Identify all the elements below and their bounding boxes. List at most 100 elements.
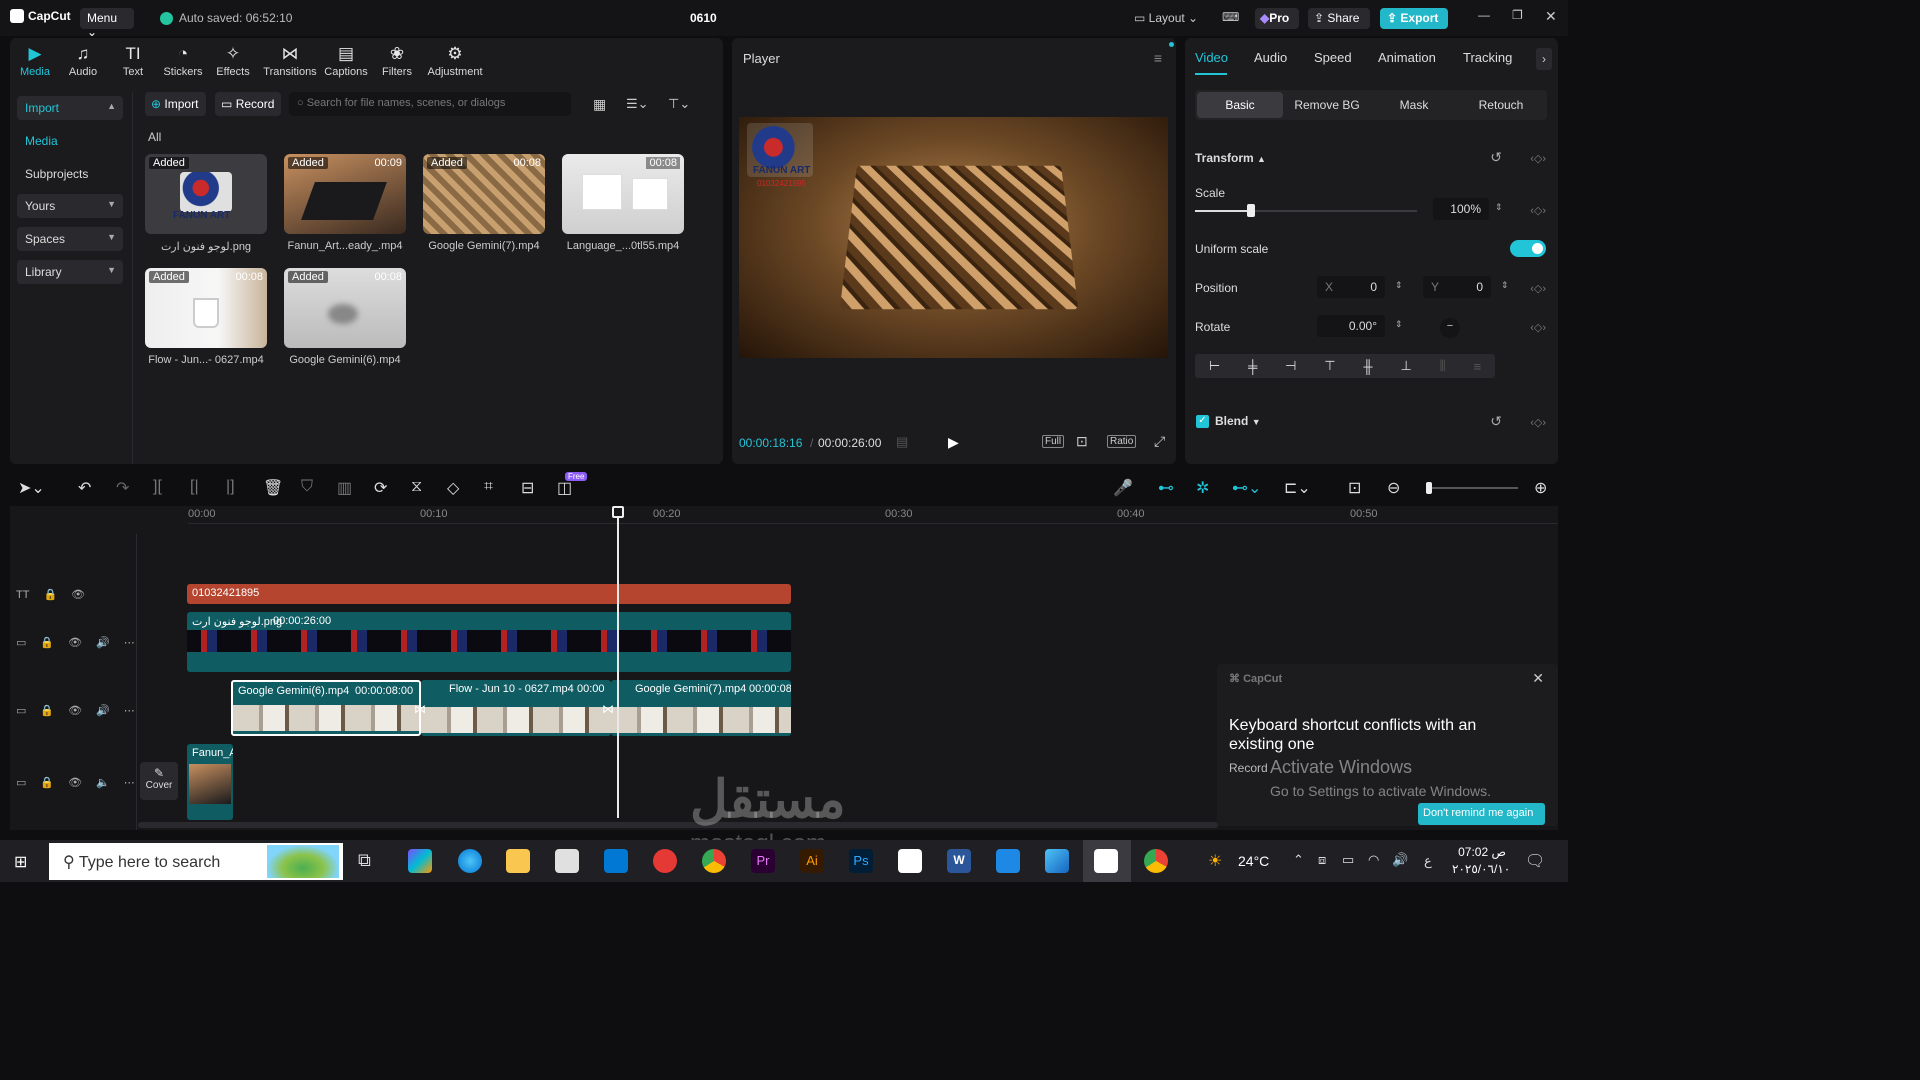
reset-icon[interactable]: ↺ — [1490, 413, 1502, 430]
chevron-right-icon[interactable]: › — [1536, 48, 1552, 70]
reset-icon[interactable]: ↺ — [1490, 149, 1502, 166]
subtab-mask[interactable]: Mask — [1371, 92, 1457, 118]
tool-filters[interactable]: ❀ Filters — [372, 44, 422, 78]
tray-device-icon[interactable]: ⧈ — [1318, 852, 1326, 868]
stepper-icon[interactable]: ⇕ — [1395, 319, 1403, 330]
media-thumbnail[interactable]: FANUN ART Added — [145, 154, 267, 234]
tab-audio[interactable]: Audio — [1254, 50, 1287, 65]
volume-icon[interactable]: 🔊 — [96, 636, 110, 649]
mute-icon[interactable]: 🔈 — [96, 776, 110, 789]
media-thumbnail[interactable]: Added 00:08 — [284, 268, 406, 348]
tab-speed[interactable]: Speed — [1314, 50, 1352, 65]
blend-header[interactable]: Blend ▼ — [1215, 414, 1261, 428]
subtab-basic[interactable]: Basic — [1197, 92, 1283, 118]
eye-icon[interactable]: 👁 — [68, 776, 82, 789]
rotate-dial[interactable]: − — [1440, 318, 1460, 338]
share-button[interactable]: ⇪ Share — [1308, 8, 1370, 29]
align-right-icon[interactable]: ⊣ — [1285, 358, 1296, 374]
align-top-icon[interactable]: ⊤ — [1324, 358, 1335, 374]
tool-text[interactable]: TI Text — [108, 44, 158, 78]
lock-icon[interactable]: 🔒 — [40, 636, 54, 649]
record-button[interactable]: ▭ Record — [215, 92, 281, 116]
minimize-icon[interactable]: — — [1478, 8, 1490, 29]
temperature[interactable]: 24°C — [1238, 853, 1269, 869]
import-button[interactable]: ⊕ Import — [145, 92, 206, 116]
premiere-icon[interactable]: Pr — [751, 849, 775, 873]
playhead[interactable] — [617, 506, 619, 818]
sidebar-item-import[interactable]: Import ▲ — [17, 96, 123, 120]
task-view-icon[interactable]: ⧉ — [358, 850, 371, 871]
grid-view-icon[interactable]: ▦ — [593, 96, 606, 113]
split-icon[interactable]: ][ — [153, 478, 162, 496]
keyframe-icon[interactable]: ‹◇› — [1530, 152, 1546, 165]
main-clip[interactable]: Fanun_A — [187, 744, 233, 820]
align-bottom-icon[interactable]: ⊥ — [1400, 358, 1411, 374]
sort-icon[interactable]: ☰⌄ — [626, 96, 649, 112]
media-player-icon[interactable] — [996, 849, 1020, 873]
sidebar-item-library[interactable]: Library ▼ — [17, 260, 123, 284]
media-thumbnail[interactable]: Added 00:08 — [423, 154, 545, 234]
sidebar-item-media[interactable]: Media — [17, 129, 123, 153]
dont-remind-button[interactable]: Don't remind me again — [1418, 803, 1545, 825]
word-icon[interactable]: W — [947, 849, 971, 873]
subtab-remove-bg[interactable]: Remove BG — [1284, 92, 1370, 118]
search-input[interactable]: ○ Search for file names, scenes, or dial… — [289, 92, 571, 116]
tool-adjustment[interactable]: ⚙ Adjustment — [424, 44, 486, 78]
position-y-input[interactable]: Y0 — [1423, 276, 1491, 298]
notifications-icon[interactable]: 🗨 — [1525, 851, 1545, 871]
tray-chevron-icon[interactable]: ⌃ — [1293, 852, 1304, 868]
tool-effects[interactable]: ✧ Effects — [208, 44, 258, 78]
stepper-icon[interactable]: ⇕ — [1395, 280, 1403, 291]
tab-video[interactable]: Video — [1195, 50, 1228, 65]
freeze-icon[interactable]: ▥ — [337, 478, 352, 498]
capcut-active-icon[interactable] — [1094, 849, 1118, 873]
shield-icon[interactable]: ⛉ — [301, 478, 313, 496]
scale-input[interactable]: 100% — [1433, 198, 1489, 220]
chrome-icon[interactable] — [1144, 849, 1168, 873]
tool-transitions[interactable]: ⋈ Transitions — [262, 44, 318, 78]
blend-checkbox[interactable]: ✓ — [1196, 415, 1209, 428]
fit-timeline-icon[interactable]: ⊡ — [1348, 478, 1361, 498]
keyframe-icon[interactable]: ‹◇› — [1530, 282, 1546, 295]
align-center-h-icon[interactable]: ╪ — [1248, 359, 1257, 374]
text-clip[interactable]: 01032421895 — [187, 584, 791, 604]
edge-icon[interactable] — [458, 849, 482, 873]
undo-icon[interactable]: ↶ — [78, 478, 91, 498]
volume-icon[interactable]: 🔊 — [1392, 852, 1408, 868]
auto-reframe-icon[interactable]: ◫ — [557, 478, 572, 498]
media-thumbnail[interactable]: 00:08 — [562, 154, 684, 234]
capcut-taskbar-icon[interactable] — [898, 849, 922, 873]
zoom-in-icon[interactable]: ⊕ — [1534, 478, 1547, 498]
main-track-magnet-icon[interactable]: ⊷ — [1158, 478, 1174, 498]
clock-time[interactable]: 07:02 ص — [1456, 845, 1506, 859]
delete-icon[interactable]: 🗑 — [263, 478, 283, 498]
transition-icon[interactable]: ⋈ — [602, 702, 614, 716]
lock-icon[interactable]: 🔒 — [40, 776, 54, 789]
battery-icon[interactable]: ▭ — [1342, 852, 1354, 868]
lock-icon[interactable]: 🔒 — [43, 588, 57, 601]
shortcuts-icon[interactable]: ⌨ — [1222, 8, 1244, 29]
linkage-icon[interactable]: ⊷⌄ — [1232, 478, 1261, 498]
eye-icon[interactable]: 👁 — [68, 704, 82, 717]
zoom-slider[interactable] — [1426, 487, 1518, 489]
more-icon[interactable]: ⋯ — [124, 636, 135, 649]
screenshot-icon[interactable]: ⊡ — [1076, 433, 1088, 450]
distribute-v-icon[interactable]: ≡ — [1473, 359, 1481, 374]
position-x-input[interactable]: X0 — [1317, 276, 1385, 298]
ratio-button[interactable]: Ratio — [1107, 435, 1136, 448]
tab-animation[interactable]: Animation — [1378, 50, 1436, 65]
filter-all-tab[interactable]: All — [148, 130, 161, 144]
tool-captions[interactable]: ▤ Captions — [321, 44, 371, 78]
play-button[interactable]: ▶ — [948, 434, 959, 451]
keyframe-icon[interactable]: ‹◇› — [1530, 416, 1546, 429]
transform-header[interactable]: Transform ▲ — [1195, 151, 1266, 165]
restore-icon[interactable]: ❐ — [1512, 8, 1523, 29]
uniform-scale-toggle[interactable] — [1510, 240, 1546, 257]
zoom-out-icon[interactable]: ⊖ — [1387, 478, 1400, 498]
eye-icon[interactable]: 👁 — [68, 636, 82, 649]
align-middle-v-icon[interactable]: ╫ — [1363, 359, 1372, 374]
volume-icon[interactable]: 🔊 — [96, 704, 110, 717]
clock-date[interactable]: ٢٠٢٥/٠٦/١٠ — [1452, 862, 1510, 876]
lock-icon[interactable]: 🔒 — [40, 704, 54, 717]
copilot-icon[interactable] — [408, 849, 432, 873]
